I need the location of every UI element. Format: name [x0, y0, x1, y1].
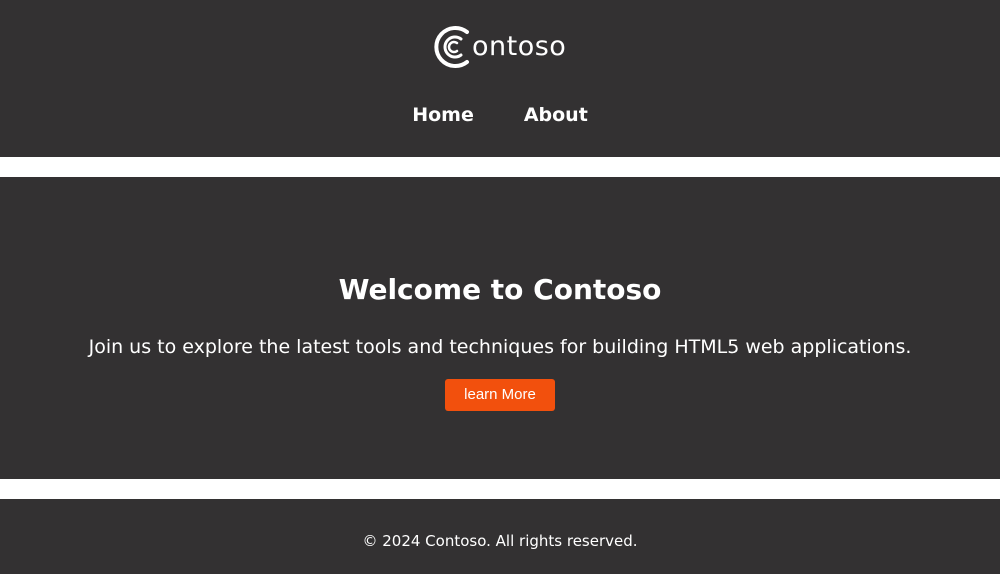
main-nav: Home About — [0, 100, 1000, 130]
learn-more-button[interactable]: learn More — [445, 379, 555, 411]
hero-section: Welcome to Contoso Join us to explore th… — [0, 177, 1000, 479]
site-header: ontoso Home About — [0, 0, 1000, 157]
hero-title: Welcome to Contoso — [338, 273, 662, 306]
nav-link-home[interactable]: Home — [412, 100, 474, 130]
contoso-c-logo-icon — [430, 22, 476, 72]
contoso-logo[interactable]: ontoso — [430, 22, 566, 72]
hero-description: Join us to explore the latest tools and … — [88, 336, 912, 358]
nav-link-about[interactable]: About — [524, 100, 588, 130]
copyright-text: © 2024 Contoso. All rights reserved. — [362, 532, 638, 550]
site-footer: © 2024 Contoso. All rights reserved. — [0, 499, 1000, 574]
logo-wordmark: ontoso — [472, 31, 567, 62]
